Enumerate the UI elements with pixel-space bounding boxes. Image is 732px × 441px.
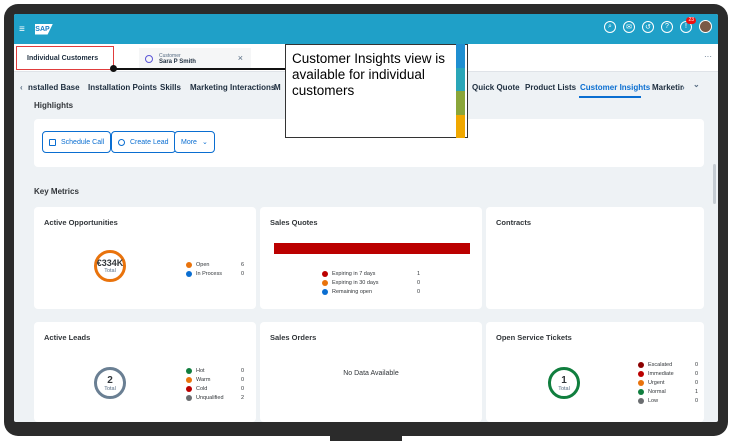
key-metrics-title: Key Metrics [34,187,79,196]
subnav-installation-points[interactable]: Installation Points [88,83,157,92]
monitor-frame: ≡ SAP ⌕ ✉ ↺ ? ! 23 Individual Customers … [0,0,732,441]
legend-item: Low 0 [638,396,698,405]
card-title: Sales Orders [270,333,317,342]
leads-donut: 2 Total [94,367,126,399]
more-button[interactable]: More ⌄ [174,131,215,153]
tab-customer-name: Sara P Smith [159,59,196,65]
subnav-quick-quote[interactable]: Quick Quote [472,83,520,92]
close-icon[interactable]: × [238,53,243,63]
callout-color-stripes [456,44,465,138]
callout-text: Customer Insights view is available for … [292,51,446,98]
active-tab-indicator [579,96,641,98]
monitor-stand [330,435,402,441]
scroll-right-icon[interactable]: › [682,83,685,92]
legend-item: Remaining open 0 [322,287,420,296]
legend-item: Urgent 0 [638,378,698,387]
legend-item: Immediate 0 [638,369,698,378]
menu-icon[interactable]: ≡ [19,24,29,35]
callout-pointer-line [114,68,285,70]
tab-individual-customers[interactable]: Individual Customers [16,46,114,70]
highlights-title: Highlights [34,101,74,110]
tickets-legend: Escalated 0 Immediate 0 Urgent 0 Normal … [638,360,698,405]
legend-item: Unqualified 2 [186,393,244,402]
notifications-button[interactable]: ! 23 [680,16,696,33]
card-title: Active Leads [44,333,91,342]
customer-icon [145,55,153,63]
opportunities-legend: Open 6 In Process 0 [186,260,244,278]
screen: ≡ SAP ⌕ ✉ ↺ ? ! 23 Individual Customers … [14,14,718,422]
tickets-donut: 1 Total [548,367,580,399]
active-opportunities-card[interactable]: Active Opportunities €334K Total Open 6 … [34,207,256,309]
sales-quotes-card[interactable]: Sales Quotes Expiring in 7 days 1 Expiri… [260,207,482,309]
contracts-card[interactable]: Contracts [486,207,704,309]
card-title: Active Opportunities [44,218,118,227]
scroll-left-icon[interactable]: ‹ [20,83,23,92]
bell-icon[interactable]: ✉ [623,20,635,33]
chevron-down-icon: ⌄ [201,139,208,146]
sap-logo[interactable]: SAP [35,23,53,35]
search-icon[interactable]: ⌕ [604,20,616,33]
legend-item: Escalated 0 [638,360,698,369]
opportunities-donut: €334K Total [94,250,126,282]
legend-item: Warm 0 [186,375,244,384]
chevron-down-icon[interactable]: ⌄ [693,80,700,89]
card-title: Open Service Tickets [496,333,572,342]
subnav-customer-insights[interactable]: Customer Insights [580,83,650,92]
shell-bar: ≡ SAP ⌕ ✉ ↺ ? ! 23 [14,14,718,44]
sales-orders-card[interactable]: Sales Orders No Data Available [260,322,482,422]
callout-box: Customer Insights view is available for … [285,44,468,138]
sales-quotes-bar [274,243,470,254]
legend-item: Hot 0 [186,366,244,375]
open-service-tickets-card[interactable]: Open Service Tickets 1 Total Escalated 0… [486,322,704,422]
subnav-marketing-truncated[interactable]: Marketir [652,83,683,92]
subnav-product-lists[interactable]: Product Lists [525,83,576,92]
notifications-badge: 23 [686,16,696,24]
card-title: Sales Quotes [270,218,318,227]
stripe [456,44,465,68]
user-avatar[interactable] [699,20,712,33]
no-data-message: No Data Available [343,370,399,377]
leads-legend: Hot 0 Warm 0 Cold 0 Unqualified 2 [186,366,244,402]
card-title: Contracts [496,218,532,227]
stripe [456,91,465,115]
legend-item: Normal 1 [638,387,698,396]
scrollbar[interactable] [713,164,716,204]
legend-item: Cold 0 [186,384,244,393]
subnav-skills[interactable]: Skills [160,83,181,92]
help-icon[interactable]: ? [661,20,673,33]
tab-customer-sara-p-smith[interactable]: Customer Sara P Smith × [139,48,251,70]
sales-quotes-legend: Expiring in 7 days 1 Expiring in 30 days… [322,269,420,296]
stripe [456,67,465,91]
subnav-marketing-interactions[interactable]: Marketing Interactions [190,83,275,92]
stripe [456,114,465,138]
legend-item: Expiring in 30 days 0 [322,278,420,287]
create-lead-button[interactable]: Create Lead [111,131,176,153]
active-leads-card[interactable]: Active Leads 2 Total Hot 0 Warm 0 Cold 0… [34,322,256,422]
shell-actions: ⌕ ✉ ↺ ? ! 23 [604,16,712,33]
legend-item: In Process 0 [186,269,244,278]
subnav-m-truncated[interactable]: M [274,83,281,92]
schedule-call-button[interactable]: Schedule Call [42,131,112,153]
more-icon[interactable]: ··· [704,52,712,61]
history-icon[interactable]: ↺ [642,20,654,33]
legend-item: Expiring in 7 days 1 [322,269,420,278]
legend-item: Open 6 [186,260,244,269]
lead-icon [118,138,125,146]
calendar-icon [49,138,56,146]
subnav-installed-base[interactable]: nstalled Base [28,83,80,92]
